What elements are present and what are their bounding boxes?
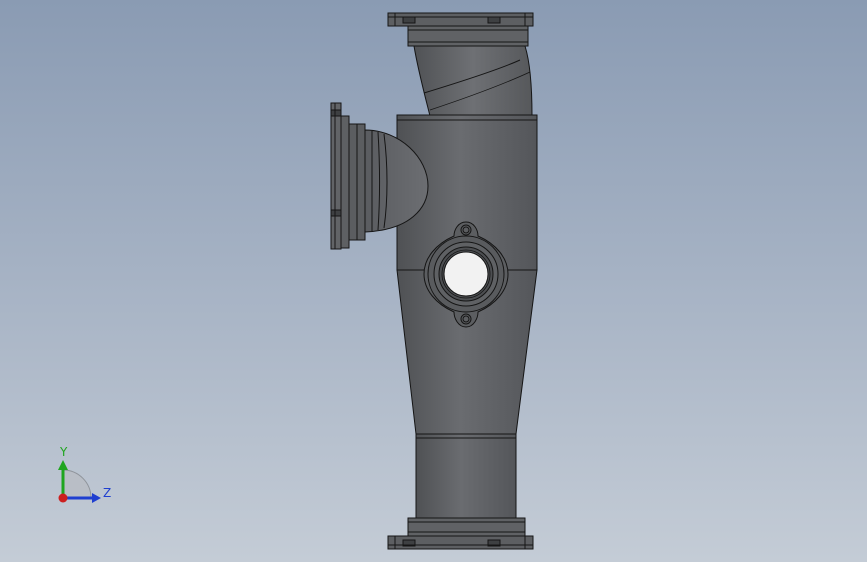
y-axis-arrowhead xyxy=(58,460,68,470)
z-axis-arrowhead xyxy=(92,493,101,503)
z-axis-label: Z xyxy=(103,486,111,500)
top-elbow-pipe xyxy=(413,45,533,117)
graphics-viewport[interactable]: Y Z xyxy=(0,0,867,562)
x-axis-dot xyxy=(58,493,68,503)
bottom-flange xyxy=(387,517,534,550)
y-axis-label: Y xyxy=(59,445,68,459)
triad-plane-shade xyxy=(62,469,92,499)
cad-model-view[interactable]: Y Z xyxy=(0,0,867,562)
top-flange xyxy=(387,12,534,47)
lower-pipe xyxy=(415,433,517,519)
orientation-triad: Y Z xyxy=(58,445,111,503)
